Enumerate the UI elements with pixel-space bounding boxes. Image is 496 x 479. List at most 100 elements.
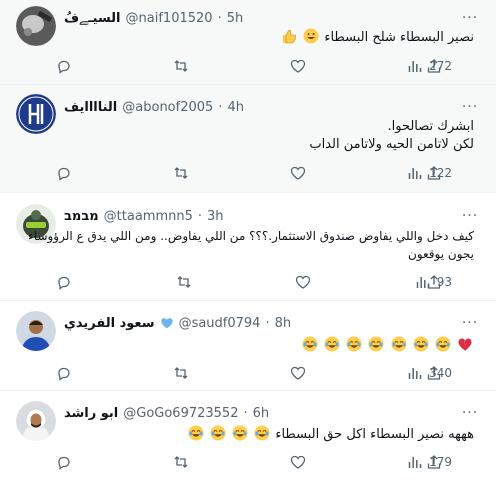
handle[interactable]: @abonof2005 (122, 100, 213, 115)
tears-of-joy-emoji (210, 425, 226, 441)
tears-of-joy-emoji (324, 336, 340, 352)
tweet-text: نصير البسطاء شلح البسطاء (64, 28, 474, 47)
tweet-actions: 272 (56, 56, 452, 76)
analytics-icon (408, 457, 422, 468)
thumbs-up-emoji (283, 29, 296, 44)
grinning-face-emoji (303, 28, 319, 44)
tweet-header: السيـﮯفُ @naif101520 · 5h ··· (64, 8, 480, 28)
tweet-text-line: يجون يوقعون (408, 247, 474, 261)
reply-button[interactable] (56, 365, 76, 381)
tears-of-joy-emoji (435, 336, 451, 352)
display-name[interactable]: السيـﮯفُ (64, 11, 121, 26)
display-name[interactable]: מבמב (64, 209, 99, 224)
tweet-2[interactable]: الناااايف @abonof2005 · 4h ··· ابشرك تصا… (0, 85, 496, 193)
timestamp[interactable]: 8h (275, 316, 292, 331)
share-button[interactable] (424, 56, 444, 76)
reply-icon (58, 60, 70, 74)
share-button[interactable] (424, 272, 444, 292)
like-button[interactable] (295, 274, 315, 290)
tweet-actions: 179 (56, 452, 452, 472)
display-name[interactable]: سعود الفريدي (64, 316, 155, 331)
separator-dot: · (243, 405, 248, 421)
heart-icon (290, 59, 306, 73)
tears-of-joy-emoji (232, 425, 248, 441)
more-options-icon[interactable]: ··· (460, 206, 480, 226)
avatar[interactable] (16, 6, 56, 46)
display-name[interactable]: الناااايف (64, 100, 117, 115)
handle[interactable]: @ttaammnn5 (104, 209, 193, 224)
reply-button[interactable] (56, 58, 76, 74)
tweet-5[interactable]: ابو راشد @GoGo69723552 · 6h ··· هههه نصي… (0, 391, 496, 479)
reply-button[interactable] (56, 165, 76, 181)
avatar[interactable] (16, 401, 56, 441)
retweet-button[interactable] (173, 454, 193, 470)
avatar[interactable] (16, 311, 56, 351)
reply-button[interactable] (56, 274, 76, 290)
tweet-3[interactable]: מבמב @ttaammnn5 · 3h ··· كيف دخل واللي ي… (0, 193, 496, 301)
tears-of-joy-emoji (302, 336, 318, 352)
like-button[interactable] (290, 58, 310, 74)
share-button[interactable] (424, 163, 444, 183)
share-icon (427, 366, 441, 380)
retweet-icon (174, 456, 188, 468)
separator-dot: · (217, 10, 222, 26)
retweet-icon (174, 167, 188, 179)
tweet-header: الناااايف @abonof2005 · 4h ··· (64, 97, 480, 117)
analytics-icon (408, 168, 422, 179)
more-options-icon[interactable]: ··· (460, 97, 480, 117)
retweet-button[interactable] (173, 165, 193, 181)
reply-icon (58, 367, 70, 381)
retweet-button[interactable] (173, 365, 193, 381)
tears-of-joy-emoji (413, 336, 429, 352)
separator-dot: · (218, 99, 223, 115)
heart-icon (290, 455, 306, 469)
share-button[interactable] (424, 452, 444, 472)
tweet-actions: 340 (56, 363, 452, 383)
tears-of-joy-emoji (346, 336, 362, 352)
analytics-icon (408, 368, 422, 379)
timestamp[interactable]: 4h (227, 100, 244, 115)
tweet-1[interactable]: السيـﮯفُ @naif101520 · 5h ··· نصير البسط… (0, 0, 496, 85)
reply-icon (58, 167, 70, 181)
timestamp[interactable]: 5h (227, 11, 244, 26)
tears-of-joy-emoji (254, 425, 270, 441)
tweet-text-line: لكن لاتامن الحيه ولاتامن الداب (309, 137, 474, 152)
retweet-button[interactable] (173, 58, 193, 74)
more-options-icon[interactable]: ··· (460, 403, 480, 423)
share-icon (427, 455, 441, 469)
tweet-text-line: هههه نصير البسطاء اكل حق البسطاء (275, 427, 474, 442)
retweet-button[interactable] (176, 274, 196, 290)
heart-icon (290, 166, 306, 180)
like-button[interactable] (290, 165, 310, 181)
tweet-text-line: ابشرك تصالحوا. (387, 119, 474, 134)
like-button[interactable] (290, 365, 310, 381)
handle[interactable]: @GoGo69723552 (123, 406, 238, 421)
handle[interactable]: @saudf0794 (179, 316, 261, 331)
handle[interactable]: @naif101520 (126, 11, 213, 26)
more-options-icon[interactable]: ··· (460, 313, 480, 333)
display-name[interactable]: ابو راشد (64, 406, 118, 421)
reply-icon (58, 456, 70, 470)
timestamp[interactable]: 6h (253, 406, 270, 421)
tweet-header: מבמב @ttaammnn5 · 3h ··· (64, 206, 480, 226)
reply-feed: السيـﮯفُ @naif101520 · 5h ··· نصير البسط… (0, 0, 496, 479)
retweet-icon (177, 276, 191, 288)
analytics-icon (408, 61, 422, 72)
more-options-icon[interactable]: ··· (460, 8, 480, 28)
tweet-4[interactable]: سعود الفريدي @saudf0794 · 8h ··· 340 (0, 301, 496, 391)
emoji-line (64, 336, 474, 355)
tears-of-joy-emoji (368, 336, 384, 352)
separator-dot: · (265, 315, 270, 331)
share-button[interactable] (424, 363, 444, 383)
tweet-text-line: كيف دخل واللي يفاوض صندوق الاستثمار.؟؟؟ … (28, 229, 474, 243)
avatar[interactable] (16, 94, 56, 134)
tweet-text (64, 336, 474, 355)
timestamp[interactable]: 3h (207, 209, 224, 224)
separator-dot: · (197, 208, 203, 224)
retweet-icon (174, 367, 188, 379)
tweet-text: هههه نصير البسطاء اكل حق البسطاء (64, 425, 474, 444)
tweet-text-line: نصير البسطاء شلح البسطاء (324, 30, 474, 45)
like-button[interactable] (290, 454, 310, 470)
reply-button[interactable] (56, 454, 76, 470)
blue-heart-icon (160, 318, 173, 329)
